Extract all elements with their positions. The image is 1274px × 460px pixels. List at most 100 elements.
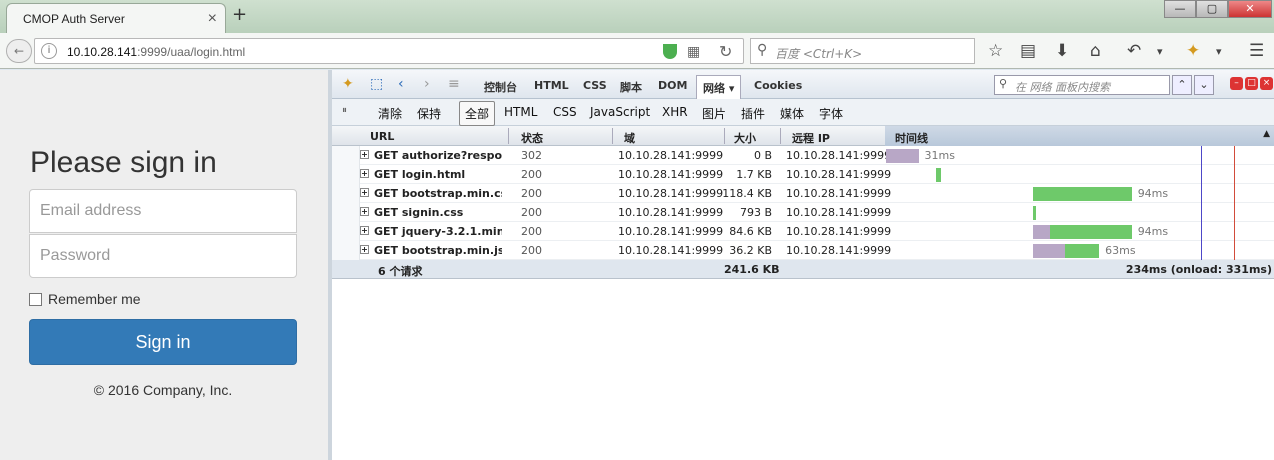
- table-row[interactable]: + GET bootstrap.min.js 200 10.10.28.141:999…: [360, 241, 1274, 260]
- timeline-receive-bar[interactable]: [1064, 244, 1100, 258]
- url-bar[interactable]: i 10.10.28.141:9999/uaa/login.html ▦ ↻: [34, 38, 744, 64]
- tab-console[interactable]: 控制台: [484, 79, 517, 95]
- filter-html[interactable]: HTML: [504, 105, 537, 119]
- table-row[interactable]: + GET login.html 200 10.10.28.141:9999 1.7 K…: [360, 165, 1274, 184]
- request-url[interactable]: GET login.html: [374, 168, 502, 181]
- tab-html[interactable]: HTML: [534, 79, 569, 92]
- tab-script[interactable]: 脚本: [620, 79, 642, 95]
- bookmark-star-icon[interactable]: ☆: [988, 41, 1003, 61]
- expand-icon[interactable]: +: [360, 207, 369, 216]
- column-remote-ip[interactable]: 远程 IP: [792, 130, 830, 146]
- table-row[interactable]: + GET bootstrap.min.cs 200 10.10.28.141:999…: [360, 184, 1274, 203]
- home-icon[interactable]: ⌂: [1090, 41, 1101, 61]
- download-icon[interactable]: ⬇: [1055, 41, 1069, 61]
- timeline-wait-bar[interactable]: [1033, 225, 1050, 239]
- table-row[interactable]: + GET authorize?respo 302 10.10.28.141:9999…: [360, 146, 1274, 165]
- firebug-logo-icon[interactable]: ✦: [342, 76, 354, 92]
- filter-plugins[interactable]: 插件: [741, 105, 765, 122]
- shield-icon[interactable]: [663, 44, 677, 59]
- timeline-duration: 31ms: [924, 149, 955, 162]
- timeline-duration: 94ms: [1137, 187, 1169, 200]
- chevron-right-icon[interactable]: ›: [424, 76, 430, 92]
- close-window-button[interactable]: ✕: [1228, 0, 1272, 18]
- reading-list-icon[interactable]: ▤: [1020, 41, 1036, 61]
- minimize-firebug-icon[interactable]: –: [1230, 77, 1243, 90]
- filter-images[interactable]: 图片: [702, 105, 726, 122]
- request-domain: 10.10.28.141:9999: [618, 206, 724, 219]
- chevron-down-icon[interactable]: ▾: [1216, 45, 1222, 58]
- expand-icon[interactable]: +: [360, 150, 369, 159]
- browser-tab[interactable]: CMOP Auth Server ×: [6, 3, 226, 33]
- request-size: 84.6 KB: [729, 225, 772, 238]
- filter-fonts[interactable]: 字体: [819, 105, 843, 122]
- filter-javascript[interactable]: JavaScript: [590, 105, 650, 119]
- column-url[interactable]: URL: [370, 130, 394, 143]
- expand-icon[interactable]: +: [360, 245, 369, 254]
- persist-button[interactable]: 保持: [417, 105, 441, 122]
- expand-icon[interactable]: +: [360, 188, 369, 197]
- tab-cookies[interactable]: Cookies: [754, 79, 802, 92]
- request-url[interactable]: GET signin.css: [374, 206, 502, 219]
- filter-all[interactable]: 全部: [459, 101, 496, 126]
- chevron-down-icon[interactable]: ⌄: [1194, 75, 1214, 95]
- search-placeholder: 百度 <Ctrl+K>: [775, 47, 863, 61]
- search-box[interactable]: ⚲ 百度 <Ctrl+K>: [750, 38, 975, 64]
- expand-icon[interactable]: +: [360, 226, 369, 235]
- column-size[interactable]: 大小: [734, 130, 756, 146]
- expand-icon[interactable]: +: [360, 169, 369, 178]
- email-field[interactable]: Email address: [29, 189, 297, 233]
- undo-icon[interactable]: ↶: [1127, 41, 1141, 61]
- table-row[interactable]: + GET signin.css 200 10.10.28.141:9999 793 B…: [360, 203, 1274, 222]
- chevron-left-icon[interactable]: ‹: [398, 76, 404, 92]
- remember-me-checkbox[interactable]: Remember me: [29, 291, 141, 307]
- firebug-icon[interactable]: ✦: [1186, 41, 1200, 61]
- chevron-up-icon[interactable]: ⌃: [1172, 75, 1192, 95]
- password-field[interactable]: Password: [29, 234, 297, 278]
- filter-css[interactable]: CSS: [553, 105, 577, 119]
- minimize-button[interactable]: —: [1164, 0, 1196, 18]
- sort-up-icon[interactable]: ▲: [1263, 129, 1270, 139]
- timeline-duration: 94ms: [1137, 225, 1169, 238]
- qr-code-icon[interactable]: ▦: [687, 44, 700, 60]
- timeline-wait-bar[interactable]: [886, 149, 919, 163]
- request-url[interactable]: GET bootstrap.min.js: [374, 244, 502, 257]
- close-tab-icon[interactable]: ×: [208, 10, 217, 28]
- filter-xhr[interactable]: XHR: [662, 105, 688, 119]
- timeline-receive-bar[interactable]: [1033, 206, 1037, 220]
- remember-label: Remember me: [48, 291, 141, 307]
- tab-dom[interactable]: DOM: [658, 79, 687, 92]
- sign-in-button[interactable]: Sign in: [29, 319, 297, 365]
- checkbox-icon[interactable]: [29, 293, 42, 306]
- table-row[interactable]: + GET jquery-3.2.1.min 200 10.10.28.141:999…: [360, 222, 1274, 241]
- filter-media[interactable]: 媒体: [780, 105, 804, 122]
- close-firebug-icon[interactable]: ×: [1260, 77, 1273, 90]
- request-domain: 10.10.28.141:9999: [618, 187, 724, 200]
- request-status: 200: [521, 206, 542, 219]
- maximize-button[interactable]: ▢: [1196, 0, 1228, 18]
- timeline-wait-bar[interactable]: [1033, 244, 1065, 258]
- column-domain[interactable]: 域: [624, 130, 635, 146]
- timeline-duration: 63ms: [1105, 244, 1136, 257]
- tab-network[interactable]: 网络 ▾: [696, 75, 742, 99]
- xhr-breakpoint-icon[interactable]: ⏸: [342, 105, 347, 116]
- back-icon[interactable]: ←: [6, 39, 32, 63]
- request-url[interactable]: GET jquery-3.2.1.min: [374, 225, 502, 238]
- chevron-down-icon[interactable]: ▾: [1157, 45, 1163, 58]
- firebug-search-input[interactable]: ⚲ 在 网络 面板内搜索: [994, 75, 1170, 95]
- menu-icon[interactable]: ☰: [1249, 41, 1264, 61]
- reload-icon[interactable]: ↻: [719, 42, 732, 61]
- command-line-icon[interactable]: ≡: [448, 76, 460, 92]
- column-timeline[interactable]: 时间线 ▲: [885, 126, 1274, 146]
- inspect-icon[interactable]: ⬚: [370, 76, 383, 92]
- info-icon[interactable]: i: [41, 43, 57, 59]
- clear-button[interactable]: 清除: [378, 105, 402, 122]
- new-tab-icon[interactable]: +: [232, 4, 247, 25]
- timeline-receive-bar[interactable]: [936, 168, 941, 182]
- detach-firebug-icon[interactable]: □: [1245, 77, 1258, 90]
- request-url[interactable]: GET authorize?respo: [374, 149, 502, 162]
- tab-css[interactable]: CSS: [583, 79, 607, 92]
- request-url[interactable]: GET bootstrap.min.cs: [374, 187, 502, 200]
- column-status[interactable]: 状态: [521, 130, 543, 146]
- timeline-receive-bar[interactable]: [1033, 187, 1132, 201]
- timeline-receive-bar[interactable]: [1049, 225, 1132, 239]
